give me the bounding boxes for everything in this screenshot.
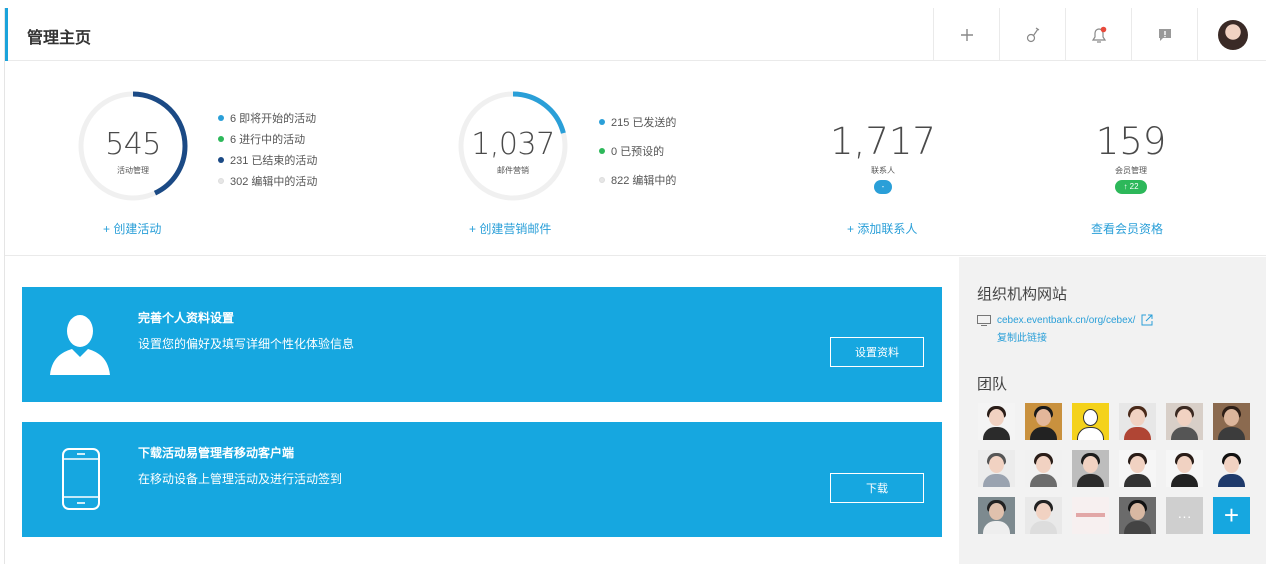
add-member-button[interactable]: +: [1213, 497, 1250, 534]
user-silhouette-icon: [50, 315, 110, 375]
legend-dot: [599, 147, 605, 154]
emails-ring[interactable]: 1,037 邮件营销: [453, 86, 573, 206]
team-member-avatar[interactable]: [978, 403, 1015, 440]
add-button[interactable]: [933, 8, 999, 61]
stats-panel: 545 活动管理 6 即将开始的活动 6 进行中的活动 231 已结束的活动 3…: [5, 62, 1266, 256]
team-member-avatar[interactable]: [1119, 450, 1156, 487]
legend-dot: [218, 135, 224, 142]
org-url-text: cebex.eventbank.cn/org/cebex/: [997, 314, 1136, 326]
legend-scheduled: 0 已预设的: [599, 136, 676, 165]
user-avatar: [1217, 19, 1248, 50]
team-member-avatar[interactable]: [1119, 403, 1156, 440]
team-member-avatar[interactable]: [978, 497, 1015, 534]
profile-banner-title: 完善个人资料设置: [138, 311, 235, 325]
events-ring[interactable]: 545 活动管理: [73, 86, 193, 206]
mobile-app-banner: 下载活动易管理者移动客户端 在移动设备上管理活动及进行活动签到 下载: [22, 422, 942, 537]
mobile-banner-desc: 在移动设备上管理活动及进行活动签到: [138, 472, 343, 486]
team-member-avatar[interactable]: [1072, 403, 1109, 440]
org-sidebar: 组织机构网站 cebex.eventbank.cn/org/cebex/ 复制此…: [959, 257, 1266, 564]
view-membership-link[interactable]: 查看会员资格: [1091, 220, 1163, 237]
members-stat[interactable]: 159 会员管理 ↑ 22: [1071, 120, 1191, 194]
copy-link-button[interactable]: 复制此链接: [997, 329, 1047, 344]
members-count: 159: [1095, 120, 1167, 163]
emails-legend: 215 已发送的 0 已预设的 822 编辑中的: [599, 107, 676, 194]
members-growth-badge: ↑ 22: [1115, 180, 1147, 194]
legend-ended: 231 已结束的活动: [218, 149, 317, 170]
create-email-link[interactable]: + 创建营销邮件: [469, 220, 551, 237]
contacts-stat[interactable]: 1,717 联系人 -: [823, 120, 943, 194]
team-member-avatar[interactable]: [1213, 403, 1250, 440]
legend-dot: [218, 177, 224, 184]
team-member-avatar[interactable]: [1025, 403, 1062, 440]
contacts-badge: -: [873, 180, 893, 194]
profile-banner-desc: 设置您的偏好及填写详细个性化体验信息: [138, 337, 355, 351]
pin-icon: [1026, 27, 1039, 42]
page-title: 管理主页: [27, 30, 92, 47]
legend-sent: 215 已发送的: [599, 107, 676, 136]
app-frame: 管理主页 545 活动管理 6 即将开始的活动 6 进行中的活动 231 已结束…: [4, 8, 1266, 564]
more-members-button[interactable]: ···: [1166, 497, 1203, 534]
mobile-banner-title: 下载活动易管理者移动客户端: [138, 446, 295, 460]
emails-caption: 邮件营销: [497, 166, 529, 175]
monitor-icon: [977, 314, 991, 326]
events-legend: 6 即将开始的活动 6 进行中的活动 231 已结束的活动 302 编辑中的活动: [218, 107, 317, 191]
legend-editing: 302 编辑中的活动: [218, 170, 317, 191]
top-header: 管理主页: [5, 8, 1266, 61]
team-member-avatar[interactable]: [1025, 497, 1062, 534]
emails-count: 1,037: [471, 127, 555, 162]
legend-dot: [599, 176, 605, 183]
contacts-count: 1,717: [830, 120, 936, 163]
legend-dot: [599, 118, 605, 125]
team-member-avatar[interactable]: [1072, 497, 1109, 534]
team-member-avatar[interactable]: [1166, 450, 1203, 487]
team-member-avatar[interactable]: [978, 450, 1015, 487]
create-event-link[interactable]: + 创建活动: [103, 220, 161, 237]
org-site-title: 组织机构网站: [977, 286, 1068, 303]
add-contact-link[interactable]: + 添加联系人: [847, 220, 917, 237]
mobile-phone-icon: [62, 448, 100, 510]
messages-button[interactable]: [1131, 8, 1197, 61]
org-site-url[interactable]: cebex.eventbank.cn/org/cebex/: [977, 314, 1153, 326]
legend-draft: 822 编辑中的: [599, 165, 676, 194]
legend-dot: [218, 114, 224, 121]
team-member-avatar[interactable]: [1213, 450, 1250, 487]
external-link-icon[interactable]: [1141, 314, 1153, 326]
download-app-button[interactable]: 下载: [830, 473, 924, 503]
setup-profile-button[interactable]: 设置资料: [830, 337, 924, 367]
members-caption: 会员管理: [1115, 166, 1147, 175]
legend-dot: [218, 156, 224, 163]
events-caption: 活动管理: [117, 166, 149, 175]
team-title: 团队: [977, 376, 1008, 393]
header-accent-bar: [5, 8, 8, 61]
notifications-button[interactable]: [1065, 8, 1131, 61]
plus-icon: [960, 28, 973, 41]
legend-upcoming: 6 即将开始的活动: [218, 107, 317, 128]
team-member-avatar[interactable]: [1025, 450, 1062, 487]
message-icon: [1158, 28, 1171, 41]
bell-icon: [1091, 26, 1106, 43]
user-menu-button[interactable]: [1197, 8, 1266, 61]
legend-in-progress: 6 进行中的活动: [218, 128, 317, 149]
contacts-caption: 联系人: [871, 166, 895, 175]
profile-setup-banner: 完善个人资料设置 设置您的偏好及填写详细个性化体验信息 设置资料: [22, 287, 942, 402]
team-member-avatar[interactable]: [1166, 403, 1203, 440]
team-member-avatar[interactable]: [1072, 450, 1109, 487]
pin-button[interactable]: [999, 8, 1065, 61]
team-member-avatar[interactable]: [1119, 497, 1156, 534]
events-count: 545: [105, 127, 161, 162]
